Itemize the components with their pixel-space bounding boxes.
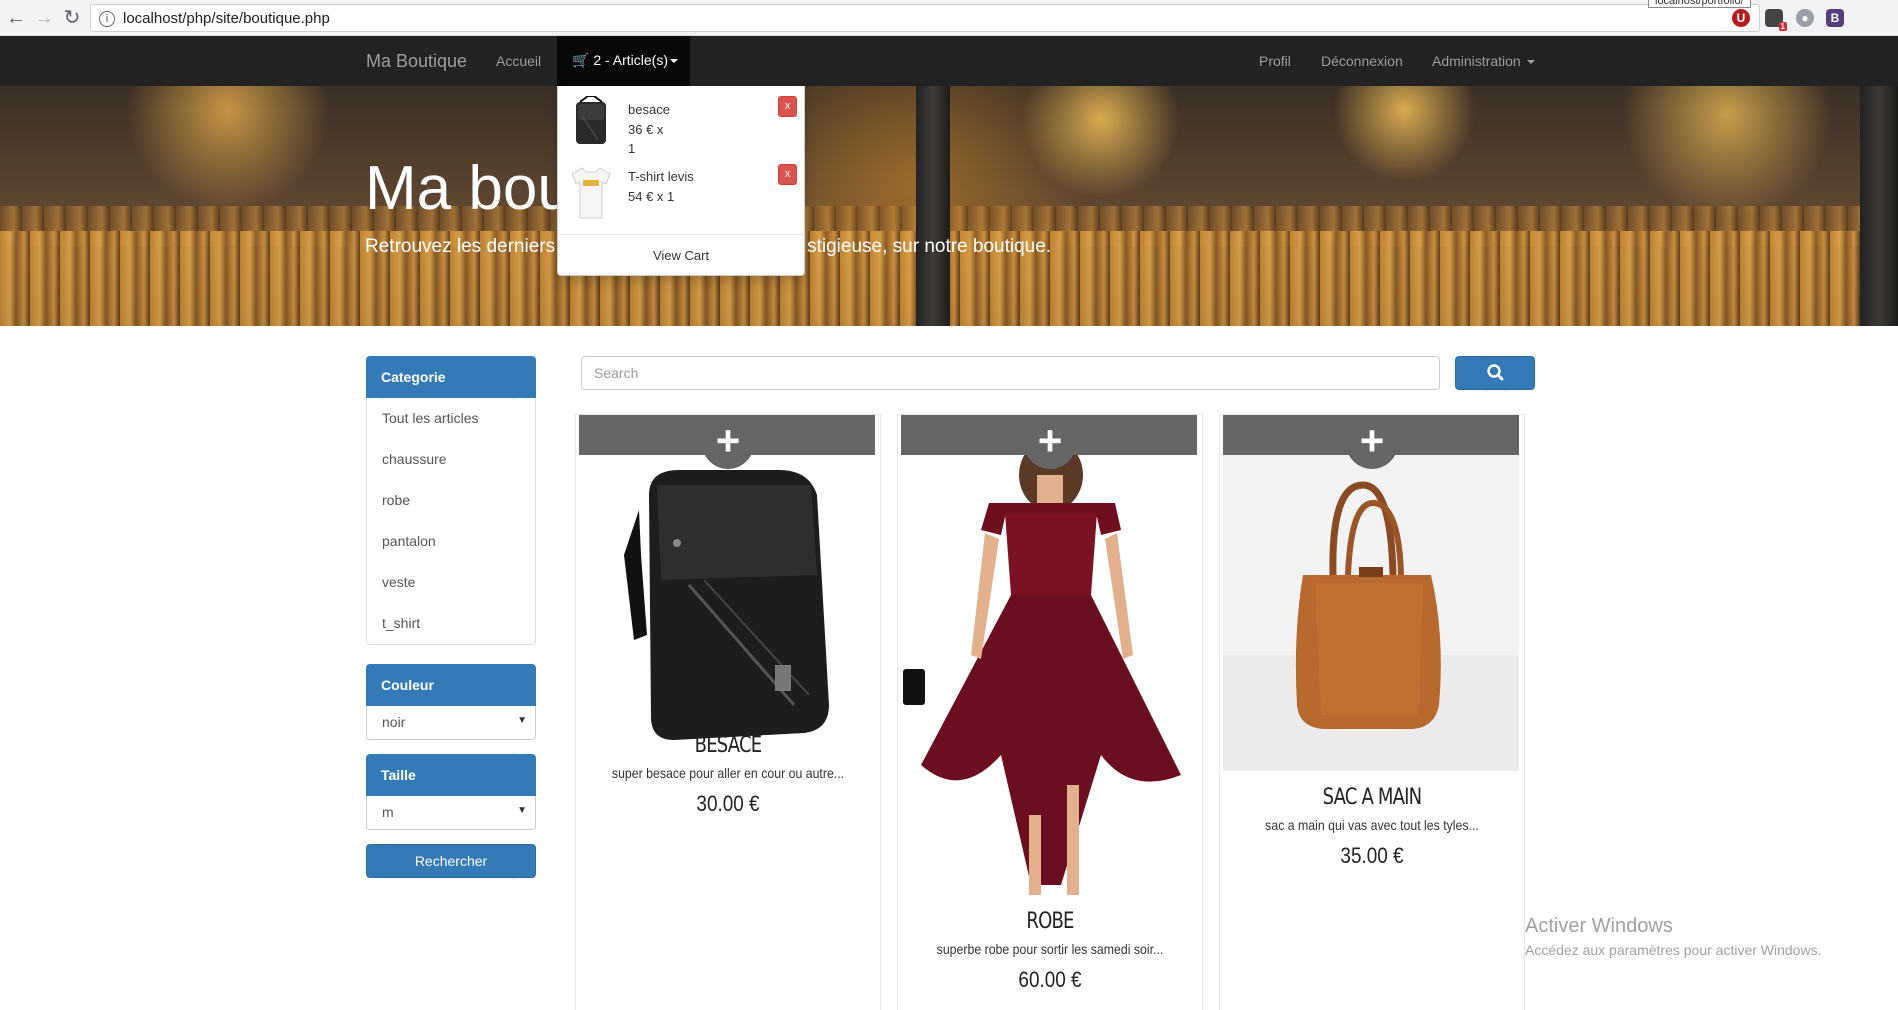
bootstrap-extension-icon[interactable]: B [1826, 9, 1844, 27]
dropdown-arrow-icon: ▼ [517, 715, 527, 726]
cart-icon: 🛒 [572, 53, 590, 69]
cart-dropdown-toggle[interactable]: 🛒 2 - Article(s) [557, 36, 690, 86]
product-description: sac a main qui vas avec tout les tyles..… [1265, 817, 1479, 833]
search-button[interactable] [1455, 356, 1535, 390]
color-select[interactable]: noir ▼ [366, 706, 536, 740]
cart-item: besace 36 € x 1 x [558, 96, 804, 156]
cart-count-label: 2 - Article(s) [593, 52, 669, 68]
windows-activation-title: Activer Windows [1525, 915, 1673, 937]
add-to-cart-icon[interactable]: + [702, 417, 754, 469]
search-input[interactable]: Search [581, 356, 1440, 390]
tshirt-thumbnail [571, 167, 611, 219]
nav-home[interactable]: Accueil [496, 53, 541, 69]
category-item[interactable]: pantalon [366, 521, 536, 563]
nav-administration-label: Administration [1432, 53, 1521, 69]
browser-toolbar: ← → ↻ i localhost/php/site/boutique.php … [0, 0, 1898, 36]
back-icon[interactable]: ← [4, 6, 28, 30]
search-icon [1487, 364, 1504, 381]
hero-title: Ma bou [365, 154, 572, 223]
category-item[interactable]: veste [366, 562, 536, 604]
divider [558, 234, 804, 235]
extension-badge: 1 [1778, 22, 1787, 31]
size-select-value: m [382, 804, 394, 820]
windows-activation-text: Accédez aux paramètres pour activer Wind… [1525, 942, 1822, 958]
link-tooltip: localhost/portfolio/ [1648, 0, 1751, 8]
product-title[interactable]: BESACE [603, 733, 852, 758]
hero-banner: Ma bou Retrouvez les derniers stigieuse, … [0, 86, 1898, 326]
size-select[interactable]: m ▼ [366, 796, 536, 830]
nav-logout[interactable]: Déconnexion [1321, 53, 1403, 69]
forward-icon[interactable]: → [32, 6, 56, 30]
site-navbar: Ma Boutique Accueil 🛒 2 - Article(s) Pro… [0, 36, 1898, 86]
product-image [579, 455, 875, 755]
product-price: 60.00 € [1018, 967, 1082, 992]
product-description: superbe robe pour sortir les samedi soir… [936, 941, 1164, 957]
cart-item: T-shirt levis 54 € x 1 x [558, 164, 804, 226]
product-price: 30.00 € [696, 791, 760, 816]
cart-item-name: T-shirt levis [628, 169, 694, 184]
category-item[interactable]: t_shirt [366, 603, 536, 645]
reload-icon[interactable]: ↻ [60, 6, 84, 30]
product-image [901, 455, 1197, 899]
size-panel-header: Taille [366, 754, 536, 796]
address-url: localhost/php/site/boutique.php [123, 10, 330, 27]
color-panel-header: Couleur [366, 664, 536, 706]
product-image [1223, 455, 1519, 771]
brand-link[interactable]: Ma Boutique [366, 51, 467, 72]
category-item[interactable]: Tout les articles [366, 398, 536, 440]
category-item[interactable]: chaussure [366, 439, 536, 481]
chat-extension-icon[interactable]: ● [1796, 9, 1814, 27]
cart-dropdown-menu: besace 36 € x 1 x T-shirt levis 54 € x 1… [557, 86, 805, 276]
product-card[interactable]: + ROBE superbe robe pour sortir les same… [897, 414, 1203, 1010]
search-filter-button[interactable]: Rechercher [366, 844, 536, 878]
cart-item-price: 36 € x [628, 122, 664, 137]
add-to-cart-icon[interactable]: + [1346, 417, 1398, 469]
product-title[interactable]: ROBE [925, 909, 1174, 934]
chevron-down-icon [670, 59, 679, 64]
add-to-cart-icon[interactable]: + [1024, 417, 1076, 469]
category-item[interactable]: robe [366, 480, 536, 522]
remove-item-button[interactable]: x [778, 164, 797, 185]
nav-administration[interactable]: Administration [1432, 53, 1535, 69]
color-select-value: noir [382, 714, 406, 730]
dropdown-arrow-icon: ▼ [517, 805, 527, 816]
product-price: 35.00 € [1340, 843, 1404, 868]
chevron-down-icon [1526, 60, 1535, 65]
extension-icon[interactable]: 1 [1765, 9, 1787, 31]
nav-profile[interactable]: Profil [1259, 53, 1291, 69]
info-icon[interactable]: i [99, 11, 115, 27]
cart-item-name: besace [628, 102, 670, 117]
remove-item-button[interactable]: x [778, 96, 797, 117]
hero-subtitle-right: stigieuse, sur notre boutique. [807, 236, 1052, 257]
cart-item-price: 54 € x 1 [628, 189, 675, 204]
product-card[interactable]: + SAC A MAIN sac a main qui vas avec tou… [1219, 414, 1525, 1010]
category-panel-header: Categorie [366, 356, 536, 398]
address-bar[interactable]: i localhost/php/site/boutique.php ☆ [90, 4, 1760, 32]
product-title[interactable]: SAC A MAIN [1247, 785, 1496, 810]
besace-thumbnail [576, 96, 606, 144]
cart-item-quantity: 1 [628, 141, 636, 156]
product-description: super besace pour aller en cour ou autre… [611, 765, 845, 781]
view-cart-link[interactable]: View Cart [558, 248, 804, 263]
ublock-extension-icon[interactable]: U [1732, 9, 1750, 27]
hero-subtitle-left: Retrouvez les derniers [365, 236, 556, 257]
product-card[interactable]: + BESACE super besace pour aller en cour… [575, 414, 881, 1010]
